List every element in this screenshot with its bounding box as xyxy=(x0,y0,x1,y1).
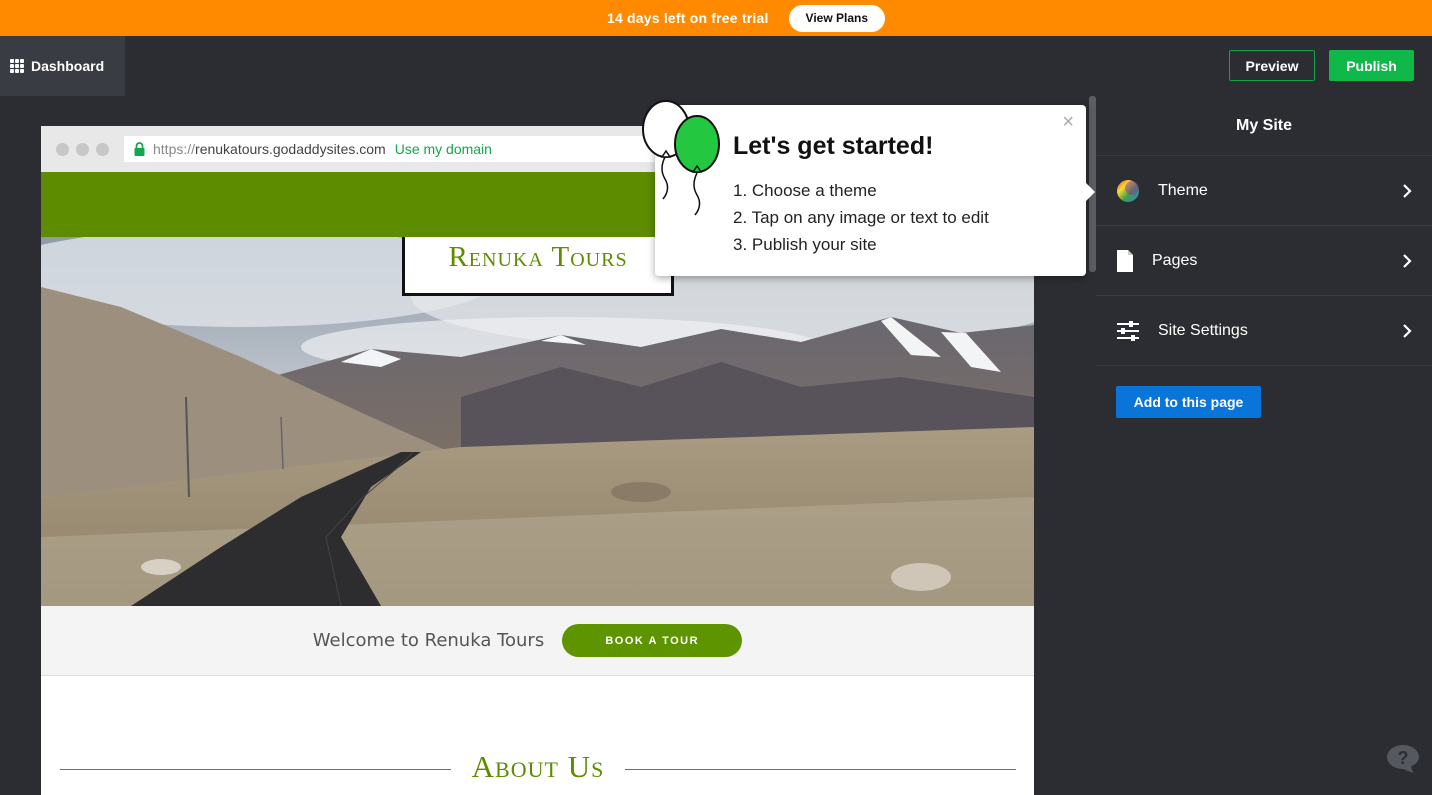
balloons-icon xyxy=(642,100,720,216)
steps-list: 1. Choose a theme 2. Tap on any image or… xyxy=(733,177,989,258)
sidebar-item-label: Theme xyxy=(1158,181,1208,199)
url-protocol: https:// xyxy=(153,141,196,157)
publish-button[interactable]: Publish xyxy=(1329,50,1414,81)
help-icon[interactable]: ? xyxy=(1386,744,1420,774)
divider-right xyxy=(625,769,1016,770)
chevron-right-icon xyxy=(1403,184,1412,198)
lock-icon xyxy=(134,142,145,156)
sidebar-item-site-settings[interactable]: Site Settings xyxy=(1096,296,1432,366)
color-wheel-icon xyxy=(1117,179,1139,202)
step-item: 1. Choose a theme xyxy=(733,181,877,200)
url-bar: https:// renukatours.godaddysites.com Us… xyxy=(124,136,714,162)
about-section: About Us xyxy=(41,676,1034,795)
step-item: 3. Publish your site xyxy=(733,235,877,254)
popover-arrow xyxy=(1086,183,1095,201)
apps-grid-icon xyxy=(10,59,24,73)
welcome-text[interactable]: Welcome to Renuka Tours xyxy=(313,630,544,651)
page-icon xyxy=(1117,249,1133,272)
use-my-domain-link[interactable]: Use my domain xyxy=(395,141,492,157)
step-item: 2. Tap on any image or text to edit xyxy=(733,208,989,227)
svg-text:?: ? xyxy=(1398,748,1409,768)
window-dots xyxy=(56,143,109,156)
trial-text: 14 days left on free trial xyxy=(606,10,769,26)
divider-left xyxy=(60,769,451,770)
about-heading[interactable]: About Us xyxy=(451,749,625,785)
site-logo[interactable]: Renuka Tours xyxy=(402,237,674,296)
getting-started-popover: × Let's get started! 1. Choose a theme 2… xyxy=(642,100,1095,276)
sidebar-item-pages[interactable]: Pages xyxy=(1096,226,1432,296)
dashboard-label: Dashboard xyxy=(31,58,105,74)
sidebar-item-theme[interactable]: Theme xyxy=(1096,156,1432,226)
trial-banner: 14 days left on free trial View Plans xyxy=(0,0,1432,36)
sidebar-item-label: Pages xyxy=(1152,251,1198,269)
logo-text: Renuka Tours xyxy=(448,241,628,273)
hero-image[interactable]: Renuka Tours xyxy=(41,237,1034,606)
top-nav: Dashboard Preview Publish xyxy=(0,36,1432,96)
sidebar-title: My Site xyxy=(1096,96,1432,156)
chevron-right-icon xyxy=(1403,324,1412,338)
popover-title: Let's get started! xyxy=(733,132,934,160)
book-a-tour-button[interactable]: BOOK A TOUR xyxy=(562,624,743,657)
add-to-page-button[interactable]: Add to this page xyxy=(1116,386,1261,418)
sliders-icon xyxy=(1117,320,1139,341)
chevron-right-icon xyxy=(1403,254,1412,268)
view-plans-button[interactable]: View Plans xyxy=(788,4,886,32)
close-icon[interactable]: × xyxy=(1062,111,1074,134)
right-sidebar: My Site Theme Pages Site Settings Add to… xyxy=(1096,96,1432,795)
preview-button[interactable]: Preview xyxy=(1229,50,1315,81)
sidebar-item-label: Site Settings xyxy=(1158,321,1248,339)
welcome-strip: Welcome to Renuka Tours BOOK A TOUR xyxy=(41,606,1034,676)
url-host: renukatours.godaddysites.com xyxy=(195,141,386,157)
dashboard-button[interactable]: Dashboard xyxy=(0,36,125,96)
